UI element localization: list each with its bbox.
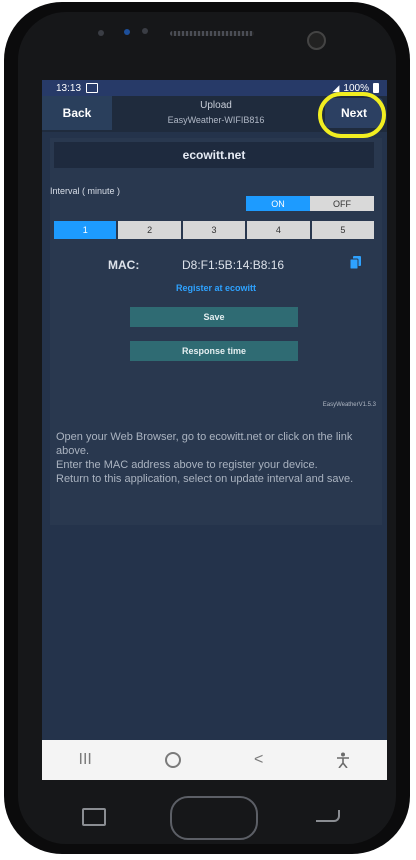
toggle-off[interactable]: OFF [310,196,374,211]
save-button[interactable]: Save [130,307,298,327]
hardware-recent-key[interactable] [82,808,106,826]
sensor-dot [142,28,148,34]
battery-icon [373,83,379,93]
recent-apps-button[interactable]: III [79,751,92,769]
interval-selector: 1 2 3 4 5 [54,221,375,239]
mac-label: MAC: [108,258,140,272]
site-name: ecowitt.net [54,142,374,168]
upload-toggle: ON OFF [246,196,374,211]
mac-value: D8:F1:5B:14:B8:16 [182,258,285,272]
copy-icon[interactable] [350,256,362,270]
hardware-back-key[interactable] [316,810,340,822]
app-screen: 13:13 ◢ 100% Back Upload EasyWeather-WIF… [42,80,387,780]
android-navbar: III < [42,740,387,780]
upload-settings-panel: ecowitt.net Interval ( minute ) ON OFF 1… [50,138,382,525]
front-camera [307,31,326,50]
gallery-icon [86,83,99,93]
instructions-text: Open your Web Browser, go to ecowitt.net… [56,431,354,485]
device-name: EasyWeather-WIFIB816 [167,115,265,125]
interval-option-1[interactable]: 1 [54,221,117,239]
mac-row: MAC: D8:F1:5B:14:B8:16 [104,256,374,272]
response-time-button[interactable]: Response time [130,341,298,361]
proximity-sensor [124,29,130,35]
page-title: Upload [200,100,232,111]
interval-label: Interval ( minute ) [50,186,121,196]
app-version: EasyWeatherV1.5.3 [322,402,376,408]
hardware-home-button[interactable] [170,796,258,840]
home-button[interactable] [164,752,181,768]
sensor-dot [98,30,104,36]
status-time: 13:13 [56,82,82,94]
earpiece-speaker [170,31,254,36]
next-highlight-ring [318,92,386,138]
interval-option-2[interactable]: 2 [118,221,181,239]
accessibility-icon[interactable] [336,752,350,768]
back-button[interactable]: Back [42,96,112,130]
interval-option-5[interactable]: 5 [311,221,375,239]
register-link[interactable]: Register at ecowitt [50,283,382,293]
interval-option-4[interactable]: 4 [247,221,310,239]
back-nav-button[interactable]: < [254,751,263,769]
header-title: Upload EasyWeather-WIFIB816 [116,98,316,128]
interval-option-3[interactable]: 3 [182,221,246,239]
toggle-on[interactable]: ON [246,196,310,211]
